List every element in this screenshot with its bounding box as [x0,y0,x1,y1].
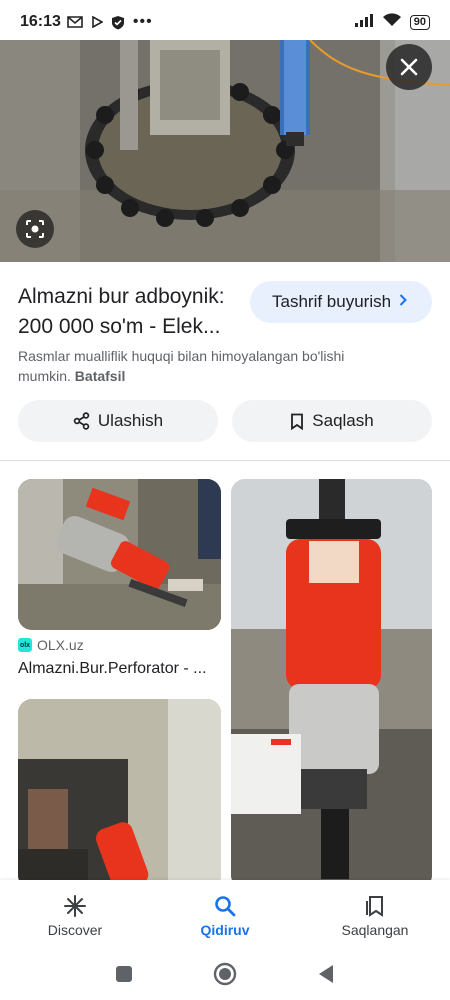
nav-discover[interactable]: Discover [0,880,150,952]
more-icon: ••• [132,13,153,30]
share-label: Ulashish [97,411,164,430]
chevron-right-icon [399,293,407,311]
shield-icon [111,15,125,30]
nav-saved[interactable]: Saqlangan [300,880,450,952]
share-icon [73,412,90,430]
hero-image[interactable] [0,40,450,262]
status-time: 16:13 [20,13,61,30]
copyright-notice: Rasmlar mualliflik huquqi bilan himoyala… [18,346,358,386]
visit-label: Tashrif buyurish [272,292,392,311]
nav-saved-label: Saqlangan [341,922,409,938]
home-icon [213,962,237,985]
share-button[interactable]: Ulashish [18,400,218,442]
bookmark-icon [291,413,304,430]
related-title[interactable]: Almazni.Bur.Perforator - ... [18,660,221,678]
system-nav [0,952,450,1000]
save-button[interactable]: Saqlash [232,400,432,442]
home-button[interactable] [213,962,237,991]
result-title: Almazni bur adboynik: 200 000 so'm - Ele… [18,285,225,338]
related-image-3[interactable] [18,699,221,889]
related-source[interactable]: olx OLX.uz [18,637,84,653]
play-icon [91,16,103,28]
screen: 16:13 ••• 90 Almazni bur adboynik: 200 0… [0,0,450,1000]
olx-logo-icon: olx [18,638,32,652]
lens-icon[interactable] [16,210,54,248]
status-bar: 16:13 ••• 90 [0,0,450,44]
saved-icon [366,896,383,917]
discover-icon [64,895,86,917]
visit-button[interactable]: Tashrif buyurish [250,281,432,323]
back-button[interactable] [317,964,335,989]
nav-search-label: Qidiruv [200,922,250,938]
related-image-1[interactable] [18,479,221,630]
recents-icon [116,965,132,982]
close-icon [400,58,418,76]
nav-discover-label: Discover [47,922,103,938]
battery-indicator: 90 [409,14,430,30]
learn-more-link[interactable]: Batafsil [75,368,126,384]
bottom-nav: Discover Qidiruv Saqlangan [0,880,450,952]
wifi-icon [382,12,402,32]
close-button[interactable] [386,44,432,90]
related-image-2[interactable] [231,479,432,889]
related-source-label: OLX.uz [37,637,84,653]
back-icon [319,964,333,983]
signal-icon [354,13,374,32]
recents-button[interactable] [115,965,133,988]
nav-search[interactable]: Qidiruv [150,880,300,952]
gmail-icon [67,16,83,28]
section-divider [0,460,450,461]
save-label: Saqlash [312,411,374,430]
search-icon [215,896,236,917]
copyright-text: Rasmlar mualliflik huquqi bilan himoyala… [18,348,345,384]
